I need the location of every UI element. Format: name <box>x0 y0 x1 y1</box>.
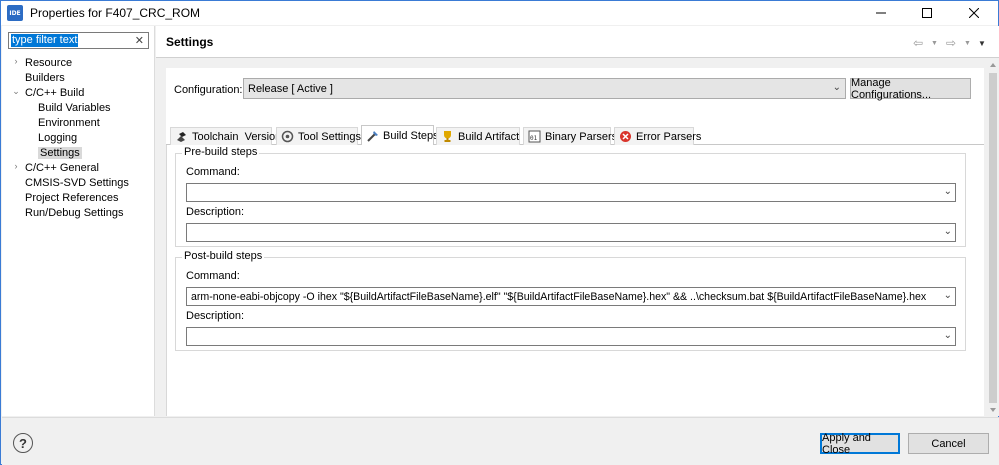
post-build-command-input[interactable]: arm-none-eabi-objcopy -O ihex "${BuildAr… <box>186 287 956 306</box>
sidebar-item-project-references[interactable]: Project References <box>25 191 119 205</box>
sidebar-item-label: Environment <box>38 117 100 129</box>
tab-binary-parsers[interactable]: 01 Binary Parsers <box>523 127 617 145</box>
sidebar-item-label: Resource <box>25 57 73 69</box>
sidebar-item-label: C/C++ General <box>25 162 99 174</box>
trophy-icon <box>441 130 454 143</box>
chevron-right-icon[interactable]: › <box>11 161 21 171</box>
sidebar-item-c-c-general[interactable]: C/C++ General <box>25 161 99 175</box>
tab-label: Tool Settings <box>298 130 361 143</box>
post-build-command-label: Command: <box>186 270 240 282</box>
tab-error-parsers[interactable]: Error Parsers <box>614 127 701 145</box>
build-steps-panel: Pre-build steps Command: ⌄ Description: … <box>166 145 984 416</box>
binary-icon: 01 <box>528 130 541 143</box>
build-settings-content: Configuration: Release [ Active ] ⌄ Mana… <box>166 68 984 416</box>
sidebar-item-label: Project References <box>25 192 119 204</box>
settings-tabs: Toolchain Version Tool Settings Build Step… <box>166 125 984 146</box>
tab-build-steps[interactable]: Build Steps <box>361 125 439 146</box>
sidebar-item-environment[interactable]: Environment <box>38 116 100 130</box>
cancel-button[interactable]: Cancel <box>908 433 989 454</box>
pre-build-title: Pre-build steps <box>182 146 260 158</box>
pre-build-command-input[interactable]: ⌄ <box>186 183 956 202</box>
tab-toolchain-version[interactable]: Toolchain Version <box>170 127 281 145</box>
properties-window: IDE Properties for F407_CRC_ROM type fil… <box>0 0 999 465</box>
sidebar-item-cmsis-svd-settings[interactable]: CMSIS-SVD Settings <box>25 176 129 190</box>
pre-build-description-label: Description: <box>186 206 245 218</box>
sidebar-item-builders[interactable]: Builders <box>25 71 65 85</box>
sidebar-item-c-c-build[interactable]: C/C++ Build <box>25 86 84 100</box>
tab-build-artifact[interactable]: Build Artifact <box>436 127 520 145</box>
filter-input[interactable]: type filter text ✕ <box>8 32 149 49</box>
back-dropdown-icon[interactable]: ▼ <box>931 40 938 47</box>
chevron-down-icon: ⌄ <box>832 82 841 93</box>
apply-and-close-button[interactable]: Apply and Close <box>820 432 900 456</box>
filter-input-text: type filter text <box>11 34 79 47</box>
tab-label: Error Parsers <box>636 130 702 143</box>
post-build-description-input[interactable]: ⌄ <box>186 327 956 346</box>
help-icon[interactable]: ? <box>13 433 33 453</box>
sidebar-item-label: C/C++ Build <box>25 87 85 99</box>
tab-label: Binary Parsers <box>545 130 618 143</box>
sidebar-item-label: Settings <box>38 147 82 159</box>
clear-filter-icon[interactable]: ✕ <box>135 34 144 47</box>
pre-build-command-label: Command: <box>186 166 240 178</box>
sidebar-item-label: CMSIS-SVD Settings <box>25 177 129 189</box>
title-bar: IDE Properties for F407_CRC_ROM <box>1 1 998 25</box>
window-title: Properties for F407_CRC_ROM <box>30 6 201 20</box>
svg-text:01: 01 <box>530 135 538 142</box>
ide-app-icon: IDE <box>7 5 23 21</box>
maximize-icon[interactable] <box>904 1 950 25</box>
dialog-button-bar: ? Apply and Close Cancel <box>2 417 999 465</box>
post-build-title: Post-build steps <box>182 250 265 262</box>
post-build-group: Post-build steps Command: arm-none-eabi-… <box>175 250 966 351</box>
sidebar-item-label: Builders <box>25 72 65 84</box>
page-header: Settings ⇦ ▼ ⇨ ▼ ▼ <box>156 26 999 58</box>
sidebar-item-label: Logging <box>38 132 78 144</box>
tab-label: Toolchain Version <box>192 130 282 143</box>
chevron-down-icon[interactable]: ⌄ <box>944 330 952 341</box>
minimize-icon[interactable] <box>858 1 904 25</box>
sidebar-item-label: Build Variables <box>38 102 111 114</box>
chevron-down-icon[interactable]: ⌄ <box>11 86 21 97</box>
sidebar-item-resource[interactable]: Resource <box>25 56 72 70</box>
sidebar-item-label: Run/Debug Settings <box>25 207 124 219</box>
vertical-scrollbar[interactable] <box>987 59 999 416</box>
sidebar-item-build-variables[interactable]: Build Variables <box>38 101 111 115</box>
toolchain-icon <box>175 130 188 143</box>
configuration-select[interactable]: Release [ Active ] ⌄ <box>243 78 846 99</box>
build-steps-icon <box>366 130 379 143</box>
chevron-down-icon[interactable]: ⌄ <box>941 290 952 301</box>
configuration-label: Configuration: <box>174 84 243 96</box>
back-arrow-icon[interactable]: ⇦ <box>913 36 923 50</box>
settings-page: Settings ⇦ ▼ ⇨ ▼ ▼ Configuration: Releas… <box>156 26 999 416</box>
post-build-description-label: Description: <box>186 310 245 322</box>
manage-configurations-button[interactable]: Manage Configurations... <box>850 77 971 101</box>
tab-label: Build Artifact <box>458 130 520 143</box>
tool-settings-icon <box>281 130 294 143</box>
tab-tool-settings[interactable]: Tool Settings <box>276 127 361 145</box>
sidebar-item-settings[interactable]: Settings <box>38 146 82 160</box>
chevron-down-icon[interactable]: ⌄ <box>944 226 952 237</box>
tab-label: Build Steps <box>383 130 439 142</box>
pre-build-description-input[interactable]: ⌄ <box>186 223 956 242</box>
sidebar: type filter text ✕ › Resource Builders ⌄ C/C… <box>2 26 155 416</box>
page-title: Settings <box>166 35 214 49</box>
sidebar-item-logging[interactable]: Logging <box>38 131 77 145</box>
post-build-command-value: arm-none-eabi-objcopy -O ihex "${BuildAr… <box>191 290 927 303</box>
view-menu-icon[interactable]: ▼ <box>978 39 986 48</box>
close-icon[interactable] <box>951 1 997 25</box>
forward-arrow-icon[interactable]: ⇨ <box>946 36 956 50</box>
sidebar-item-run-debug-settings[interactable]: Run/Debug Settings <box>25 206 123 220</box>
chevron-right-icon[interactable]: › <box>11 56 21 66</box>
pre-build-group: Pre-build steps Command: ⌄ Description: … <box>175 146 966 247</box>
error-icon <box>619 130 632 143</box>
forward-dropdown-icon[interactable]: ▼ <box>964 40 971 47</box>
configuration-value: Release [ Active ] <box>248 82 333 95</box>
chevron-down-icon[interactable]: ⌄ <box>944 186 952 197</box>
